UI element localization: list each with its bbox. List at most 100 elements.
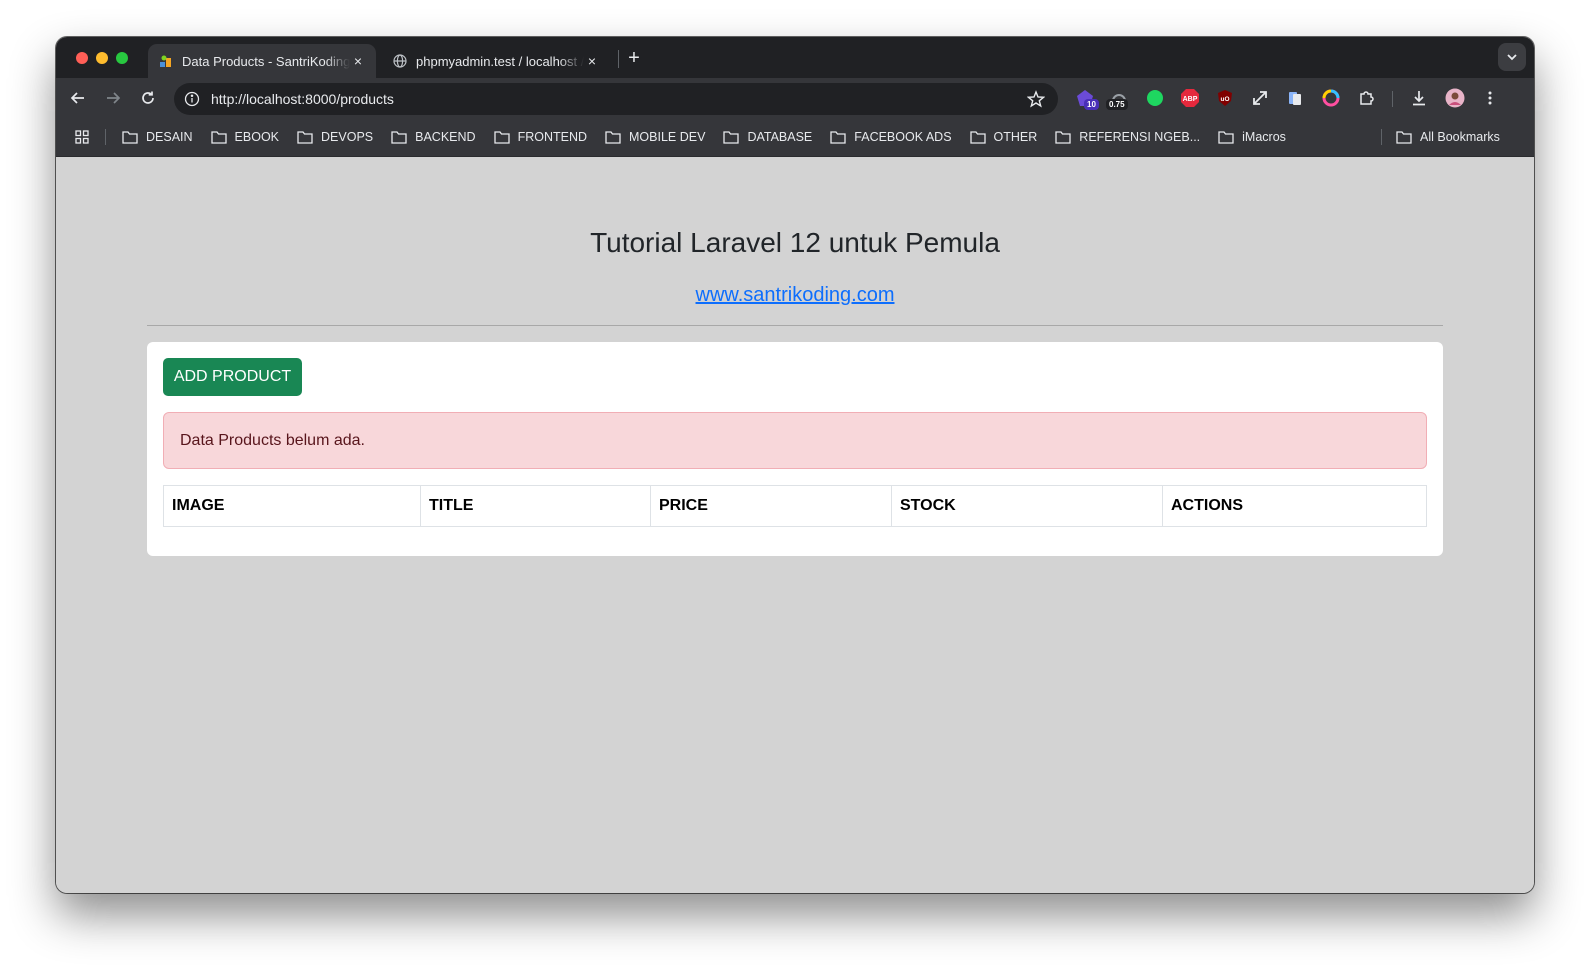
column-header-image: IMAGE [163,485,421,527]
apps-grid-icon[interactable] [74,129,90,145]
empty-alert: Data Products belum ada. [163,412,1427,469]
bookmark-folder-database[interactable]: DATABASE [723,130,812,144]
bookmark-label: DATABASE [747,130,813,144]
products-card: ADD PRODUCT Data Products belum ada. IMA… [147,342,1443,556]
tab-strip: Data Products - SantriKoding × phpmyadmi… [56,37,1534,78]
bookmark-folder-ebook[interactable]: EBOOK [210,130,280,144]
folder-icon [122,131,138,144]
svg-text:uO: uO [1220,96,1229,103]
column-header-price: PRICE [650,485,892,527]
arrow-right-icon [107,92,121,104]
bookmark-folder-imacros[interactable]: iMacros [1218,130,1286,144]
address-url: http://localhost:8000/products [211,91,1026,107]
tab-search-button[interactable] [1498,43,1526,71]
bookmark-label: REFERENSI NGEB... [1079,130,1201,144]
add-product-button[interactable]: ADD PRODUCT [163,358,302,396]
tab-title: Data Products - SantriKoding [182,53,350,69]
back-button[interactable] [66,86,90,110]
column-header-stock: STOCK [891,485,1163,527]
bookmark-label: iMacros [1242,130,1286,144]
address-bar[interactable]: http://localhost:8000/products [174,83,1058,115]
new-tab-button[interactable]: + [622,46,646,70]
bookmarks-divider [1381,129,1382,145]
santrikoding-favicon-icon [158,53,174,69]
bookmark-folder-facebook-ads[interactable]: FACEBOOK ADS [830,130,952,144]
forward-button[interactable] [101,86,125,110]
page-title: Tutorial Laravel 12 untuk Pemula [590,227,1000,258]
chevron-down-icon [1507,54,1517,61]
tab-close-icon[interactable]: × [350,53,366,69]
tab-close-icon[interactable]: × [584,53,600,69]
extensions-puzzle-icon[interactable] [1356,87,1378,109]
bookmark-label: OTHER [993,130,1038,144]
bookmarks-bar: DESAIN EBOOK DEVOPS BACKEND FRONTEND MOB… [56,118,1534,157]
all-bookmarks-button[interactable]: All Bookmarks [1396,118,1500,156]
download-icon[interactable] [1408,87,1430,109]
bookmark-folder-frontend[interactable]: FRONTEND [493,130,588,144]
tab-title: phpmyadmin.test / localhost / [416,53,584,69]
bookmark-label: DESAIN [146,130,193,144]
folder-icon [391,131,407,144]
ublock-origin-icon[interactable]: uO [1214,87,1236,109]
folder-icon [605,131,621,144]
bookmark-folder-referensi[interactable]: REFERENSI NGEB... [1055,130,1200,144]
globe-icon [392,53,408,69]
more-menu-icon[interactable] [1479,87,1501,109]
maximize-window-button[interactable] [116,52,128,64]
folder-icon [723,131,740,144]
ext-speed-icon[interactable]: 0.75 [1106,87,1130,110]
svg-text:ABP: ABP [1183,96,1198,103]
copy-docs-icon[interactable] [1284,87,1306,109]
folder-icon [830,131,846,144]
tab-divider [618,50,619,68]
bookmarks-divider [105,129,106,145]
url-path: :8000/products [301,91,394,107]
browser-toolbar: http://localhost:8000/products 10 0.75 A… [56,78,1534,118]
close-window-button[interactable] [76,52,88,64]
site-link-wrapper: www.santrikoding.com [56,284,1534,307]
tab-data-products[interactable]: Data Products - SantriKoding × [148,44,376,78]
folder-icon [493,131,510,144]
bookmark-folder-other[interactable]: OTHER [969,130,1038,144]
bookmark-folders: DESAIN EBOOK DEVOPS BACKEND FRONTEND MOB… [122,118,1304,156]
ext-green-dot-icon[interactable] [1144,87,1166,109]
table-header-row: IMAGE TITLE PRICE STOCK ACTIONS [163,485,1427,527]
folder-icon [1218,131,1234,144]
color-picker-icon[interactable] [1320,87,1342,109]
browser-window: Data Products - SantriKoding × phpmyadmi… [56,37,1534,893]
all-bookmarks-label: All Bookmarks [1420,130,1500,144]
bookmark-label: MOBILE DEV [629,130,706,144]
folder-icon [297,131,313,144]
folder-icon [1055,131,1071,144]
arrow-left-icon [70,92,84,104]
bookmark-folder-backend[interactable]: BACKEND [391,130,476,144]
bookmark-star-icon[interactable] [1026,89,1046,109]
bookmark-label: BACKEND [415,130,476,144]
ext-badge-10-icon[interactable]: 10 [1074,87,1099,110]
expand-arrows-icon[interactable] [1249,87,1271,109]
avatar[interactable] [1444,87,1466,109]
folder-icon [969,131,986,144]
minimize-window-button[interactable] [96,52,108,64]
toolbar-divider [1392,91,1393,107]
url-host: http://localhost [211,91,302,107]
adblock-plus-icon[interactable]: ABP [1179,87,1201,109]
bookmark-folder-devops[interactable]: DEVOPS [297,130,373,144]
page-content: Tutorial Laravel 12 untuk Pemula www.san… [56,157,1534,893]
folder-icon [210,131,227,144]
bookmark-folder-desain[interactable]: DESAIN [122,130,193,144]
folder-icon [1396,131,1412,144]
divider [147,325,1443,326]
bookmark-label: DEVOPS [321,130,374,144]
site-link[interactable]: www.santrikoding.com [696,284,895,306]
bookmark-folder-mobile-dev[interactable]: MOBILE DEV [605,130,705,144]
reload-button[interactable] [136,86,160,110]
bookmark-label: FRONTEND [517,130,588,144]
bookmark-label: EBOOK [234,130,280,144]
site-info-icon[interactable] [183,90,201,108]
tab-phpmyadmin[interactable]: phpmyadmin.test / localhost / × [382,44,610,78]
column-header-actions: ACTIONS [1162,485,1427,527]
bookmark-label: FACEBOOK ADS [854,130,952,144]
reload-icon [142,91,154,104]
column-header-title: TITLE [420,485,651,527]
